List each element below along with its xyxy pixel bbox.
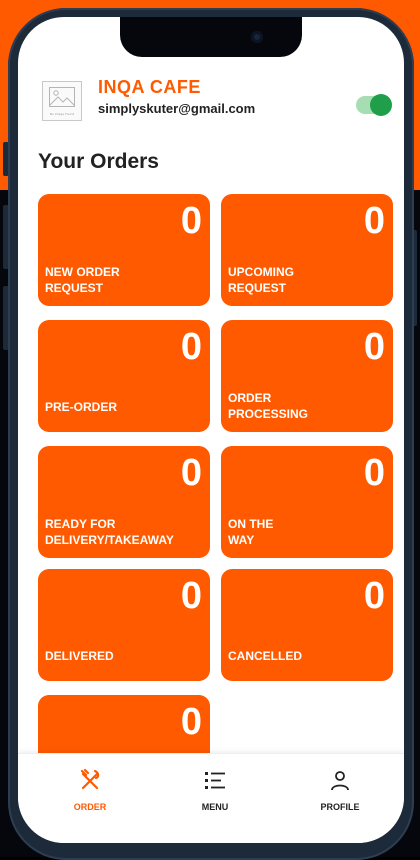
phone-notch	[120, 17, 302, 57]
order-label: CANCELLED	[228, 649, 302, 663]
order-count: 0	[363, 452, 385, 494]
order-card-new-request[interactable]: 0 NEW ORDER REQUEST	[38, 194, 210, 306]
nav-profile[interactable]: PROFILE	[300, 764, 380, 824]
bottom-nav: ORDER MENU PROFILE	[18, 753, 404, 843]
order-count: 0	[363, 200, 385, 242]
order-card-cancelled[interactable]: 0 CANCELLED	[221, 569, 393, 681]
section-title: Your Orders	[38, 150, 159, 173]
order-card-upcoming[interactable]: 0 UPCOMING REQUEST	[221, 194, 393, 306]
order-card-ready[interactable]: 0 READY FOR DELIVERY/TAKEAWAY	[38, 446, 210, 558]
image-placeholder-icon	[49, 87, 75, 107]
order-label: DELIVERED	[45, 649, 114, 663]
order-label: ON THE WAY	[228, 517, 274, 547]
nav-profile-label: PROFILE	[320, 802, 360, 812]
nav-order-label: ORDER	[73, 802, 107, 812]
order-label: NEW ORDER REQUEST	[45, 265, 120, 295]
order-count: 0	[180, 575, 202, 617]
nav-menu-label: MENU	[201, 802, 229, 812]
logo-caption: No Image Found	[49, 112, 75, 116]
nav-menu[interactable]: MENU	[175, 764, 255, 824]
list-icon	[205, 772, 225, 789]
nav-order[interactable]: ORDER	[50, 764, 130, 824]
order-label: UPCOMING REQUEST	[228, 265, 294, 295]
order-count: 0	[180, 326, 202, 368]
order-count: 0	[180, 452, 202, 494]
fork-knife-icon	[80, 768, 100, 790]
order-card-delivered[interactable]: 0 DELIVERED	[38, 569, 210, 681]
account-email: simplyskuter@gmail.com	[98, 101, 256, 116]
cafe-logo[interactable]: No Image Found	[42, 81, 82, 121]
order-count: 0	[180, 200, 202, 242]
order-count: 0	[180, 701, 202, 743]
toggle-knob	[370, 94, 392, 116]
camera-icon	[251, 31, 263, 43]
online-toggle[interactable]	[356, 94, 392, 116]
order-label: PRE-ORDER	[45, 400, 118, 414]
app-header: No Image Found INQA CAFE simplyskuter@gm…	[18, 67, 404, 137]
order-card-pre-order[interactable]: 0 PRE-ORDER	[38, 320, 210, 432]
order-label: ORDER PROCESSING	[228, 391, 309, 421]
order-label: READY FOR DELIVERY/TAKEAWAY	[45, 517, 174, 547]
order-card-on-the-way[interactable]: 0 ON THE WAY	[221, 446, 393, 558]
user-icon	[331, 771, 349, 791]
app-screen: No Image Found INQA CAFE simplyskuter@gm…	[18, 17, 404, 843]
order-card-processing[interactable]: 0 ORDER PROCESSING	[221, 320, 393, 432]
order-count: 0	[363, 575, 385, 617]
order-count: 0	[363, 326, 385, 368]
cafe-name: INQA CAFE	[98, 77, 201, 97]
